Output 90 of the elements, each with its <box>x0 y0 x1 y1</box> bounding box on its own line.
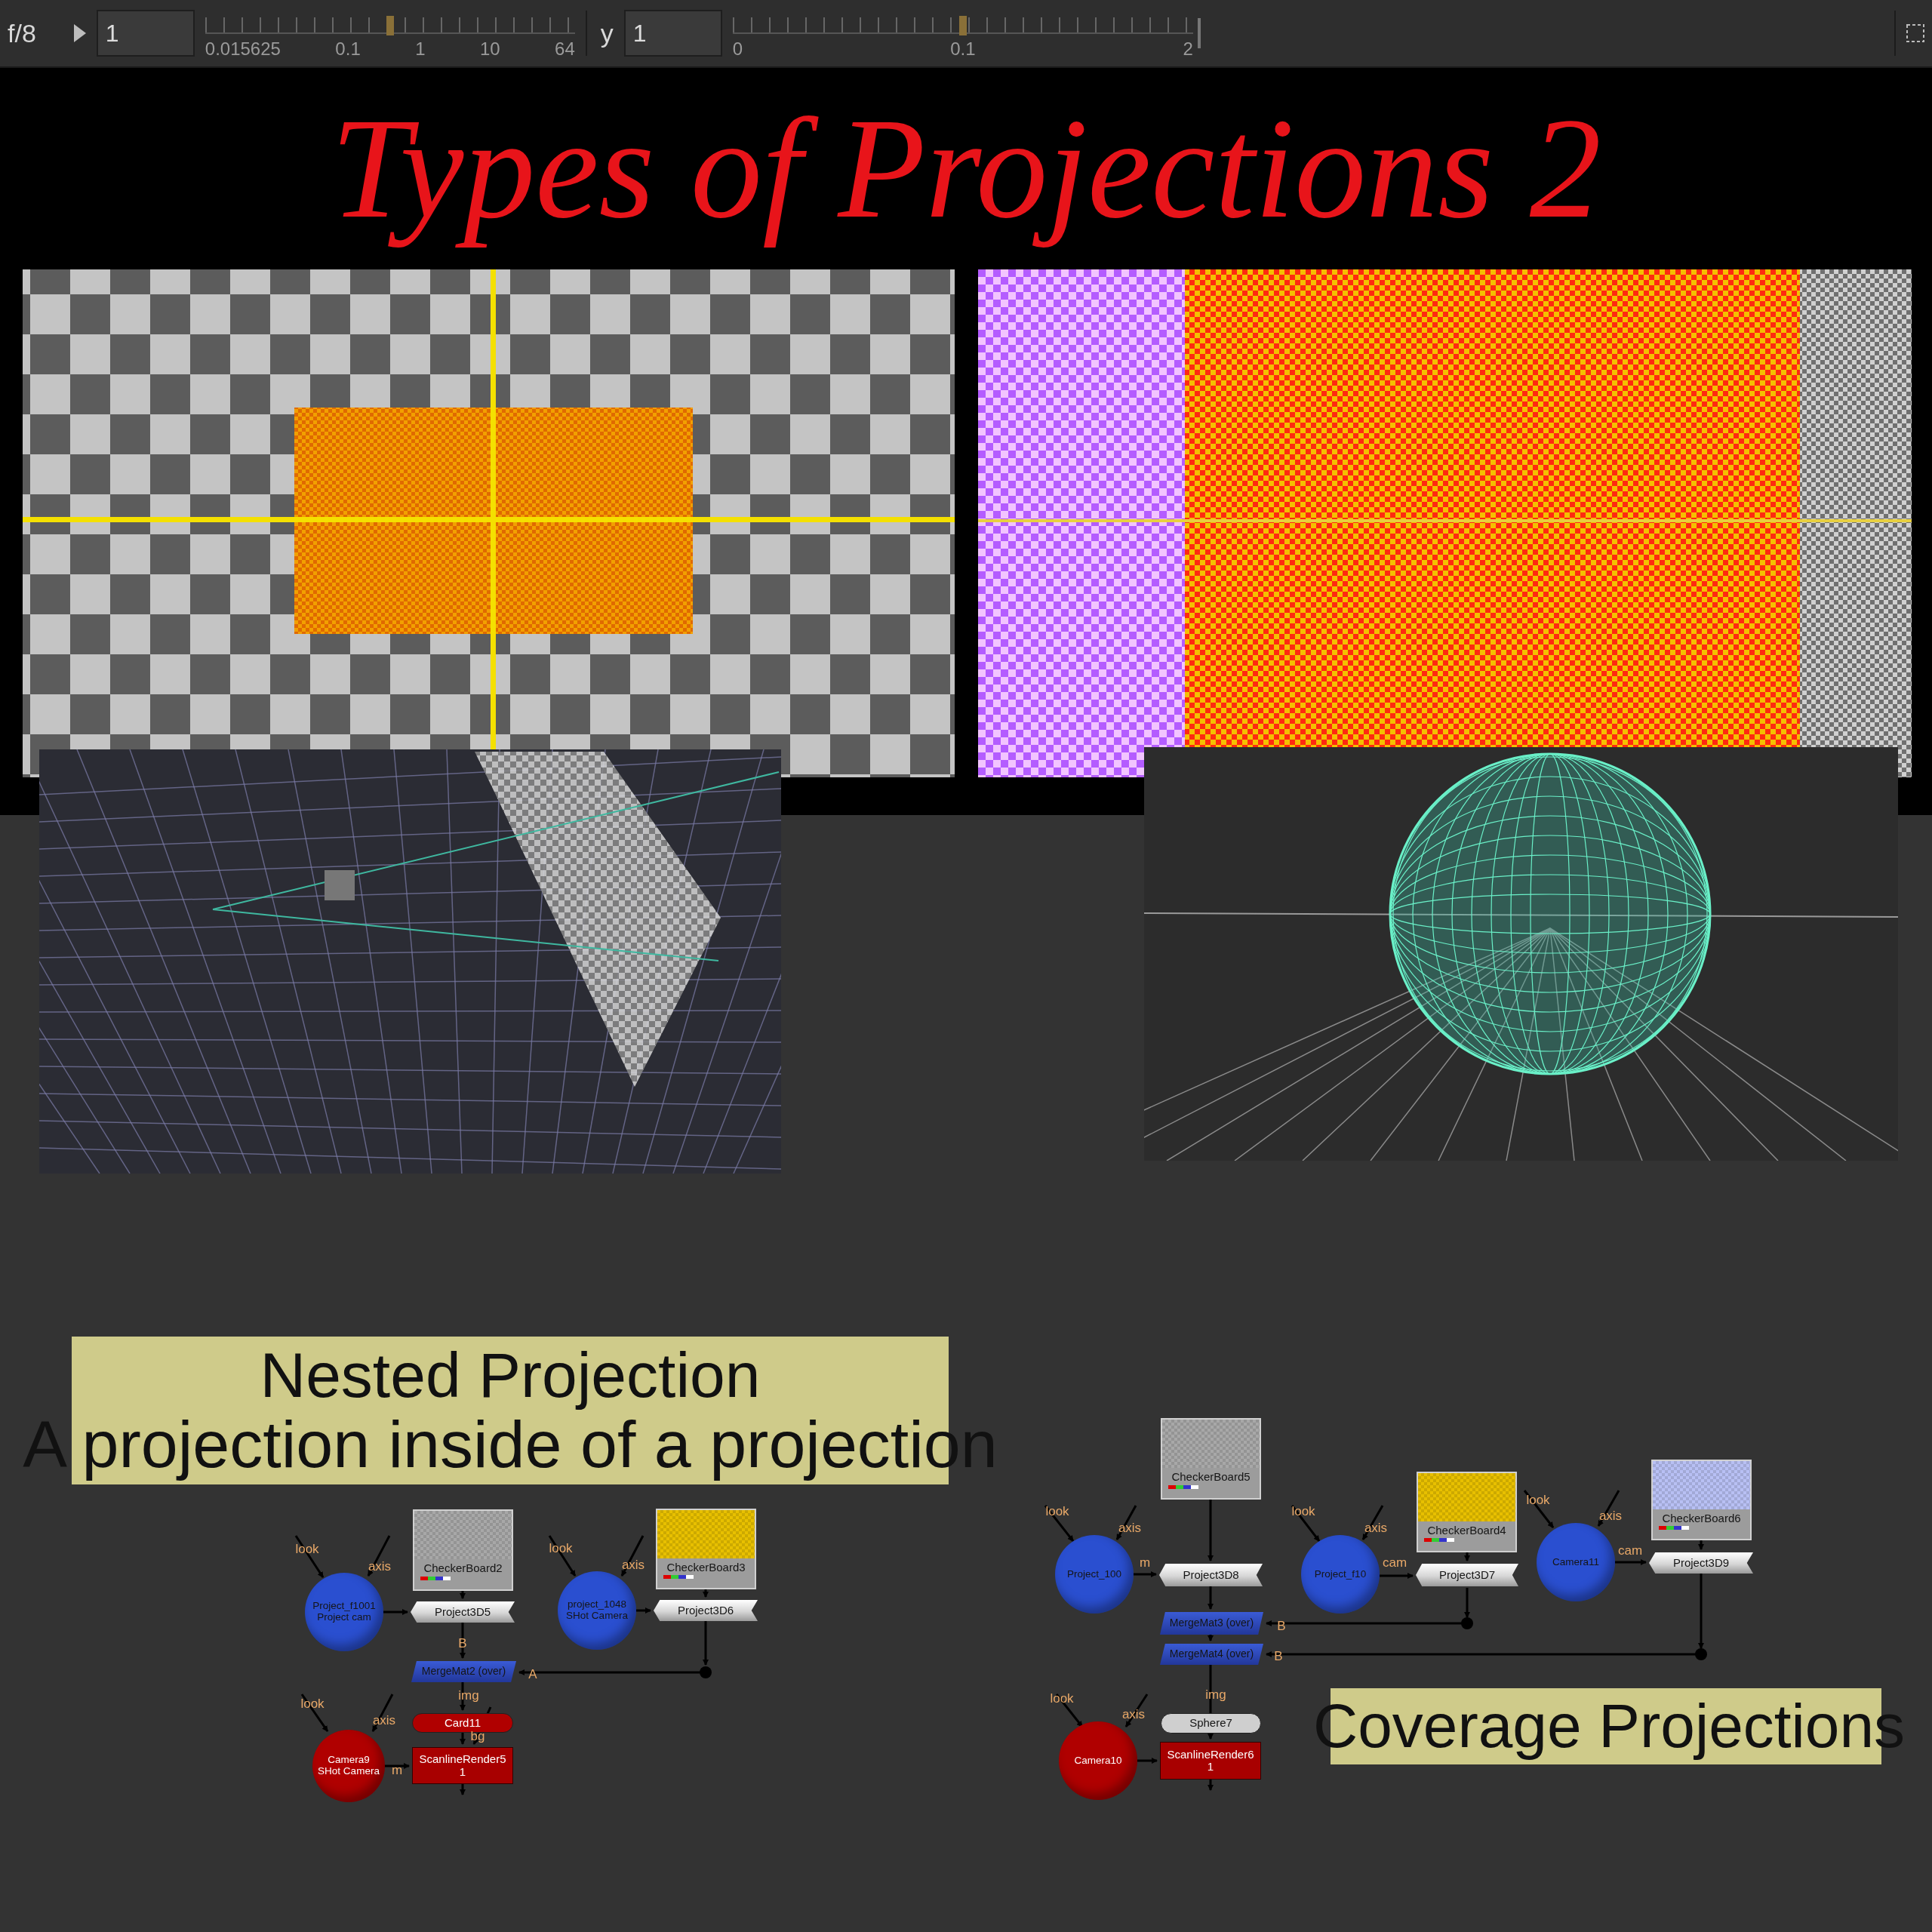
project-node[interactable]: Project3D8 <box>1159 1564 1263 1586</box>
connector-line <box>371 1694 394 1732</box>
tick-label: 0.1 <box>335 38 361 60</box>
connector-line <box>460 1591 466 1599</box>
connector-line <box>1134 1571 1157 1577</box>
connector-line <box>1291 1505 1321 1542</box>
connector-line <box>460 1733 466 1745</box>
connector-line <box>1137 1758 1158 1764</box>
input-label: look <box>1526 1493 1550 1506</box>
input-label: m <box>1139 1555 1151 1569</box>
input-label: cam <box>1617 1543 1643 1557</box>
input-label: axis <box>1598 1509 1623 1522</box>
gamma-slider[interactable]: 0 0.1 2 <box>732 7 1193 60</box>
tick-label: 1 <box>415 38 426 60</box>
input-label: look <box>300 1697 325 1710</box>
junction-dot[interactable] <box>700 1666 712 1678</box>
connector-line <box>1380 1573 1414 1579</box>
input-label: img <box>458 1688 479 1702</box>
connector-line <box>383 1609 408 1615</box>
connector-line <box>1597 1490 1620 1527</box>
connector-line <box>620 1535 645 1577</box>
geometry-node[interactable]: Sphere7 <box>1161 1713 1261 1734</box>
render-node[interactable]: ScanlineRender6 1 <box>1160 1742 1261 1780</box>
connector-line <box>1615 1559 1647 1565</box>
connector-line <box>703 1589 709 1598</box>
connector-line <box>1464 1588 1470 1618</box>
input-label: axis <box>1121 1707 1146 1721</box>
checkerboard-node[interactable]: CheckerBoard2 <box>413 1509 513 1591</box>
play-icon[interactable] <box>73 24 86 42</box>
slider-thumb[interactable] <box>958 16 967 35</box>
connector-line <box>1698 1540 1704 1550</box>
input-label: axis <box>368 1559 392 1573</box>
tick-label: 0.1 <box>950 38 976 60</box>
connector-line <box>300 1694 329 1732</box>
render-node[interactable]: ScanlineRender5 1 <box>412 1747 513 1784</box>
input-label: cam <box>1382 1555 1407 1569</box>
connector-line <box>1044 1505 1075 1542</box>
tick-label: 64 <box>555 38 575 60</box>
connector-line <box>1208 1635 1214 1641</box>
input-label: axis <box>621 1558 645 1571</box>
project-node[interactable]: Project3D5 <box>411 1601 515 1623</box>
camera-node[interactable]: Camera9 SHot Camera <box>312 1730 385 1802</box>
connector-line <box>1208 1780 1214 1791</box>
input-label: axis <box>1118 1521 1142 1534</box>
input-label: look <box>1291 1504 1315 1518</box>
input-label: A <box>528 1667 537 1681</box>
gain-field[interactable]: 1 <box>96 10 195 57</box>
checkerboard-node[interactable]: CheckerBoard3 <box>656 1509 756 1589</box>
connector-line <box>367 1535 391 1577</box>
input-label: look <box>1050 1691 1074 1705</box>
input-label: look <box>295 1542 319 1555</box>
connector-line <box>385 1763 410 1769</box>
channel-label: f/8 <box>8 18 36 48</box>
input-label: look <box>549 1541 573 1555</box>
project-node[interactable]: Project3D9 <box>1649 1552 1753 1574</box>
input-label: axis <box>372 1713 396 1727</box>
connector-line <box>636 1607 651 1614</box>
gamma-label: y <box>600 18 614 48</box>
junction-dot[interactable] <box>1461 1617 1473 1629</box>
connector-line <box>1464 1552 1470 1561</box>
input-label: img <box>1205 1687 1226 1701</box>
junction-dot[interactable] <box>1695 1648 1707 1660</box>
tick-label: 0 <box>732 38 743 60</box>
input-label: m <box>391 1763 403 1777</box>
camera-node[interactable]: Camera10 <box>1059 1721 1137 1800</box>
connector-line <box>1523 1490 1555 1528</box>
connector-line <box>703 1621 709 1666</box>
input-label: look <box>1045 1504 1069 1518</box>
slider-thumb[interactable] <box>386 16 394 35</box>
project-node[interactable]: Project3D7 <box>1416 1564 1518 1586</box>
project-node[interactable]: Project3D6 <box>654 1600 758 1621</box>
input-label: axis <box>1364 1521 1388 1534</box>
handwritten-title: Types of Projections 2 <box>330 88 1602 249</box>
tick-label: 2 <box>1183 38 1193 60</box>
input-label: B <box>1277 1619 1286 1632</box>
input-label: B <box>458 1636 467 1650</box>
connector-line <box>1208 1586 1214 1610</box>
connector-line <box>294 1535 325 1578</box>
dashed-square-icon[interactable] <box>1906 24 1924 42</box>
tick-label: 10 <box>479 38 500 60</box>
gamma-field[interactable]: 1 <box>623 10 722 57</box>
connector-line <box>460 1623 466 1659</box>
connector-line <box>460 1784 466 1795</box>
input-label: B <box>1274 1649 1283 1663</box>
checkerboard-node[interactable]: CheckerBoard6 <box>1651 1460 1752 1540</box>
gain-slider[interactable]: 0.015625 0.1 1 10 64 <box>205 7 575 60</box>
checkerboard-node[interactable]: CheckerBoard5 <box>1161 1418 1261 1500</box>
tick-label: 0.015625 <box>205 38 281 60</box>
connector-line <box>548 1535 577 1577</box>
checkerboard-node[interactable]: CheckerBoard4 <box>1417 1472 1517 1552</box>
